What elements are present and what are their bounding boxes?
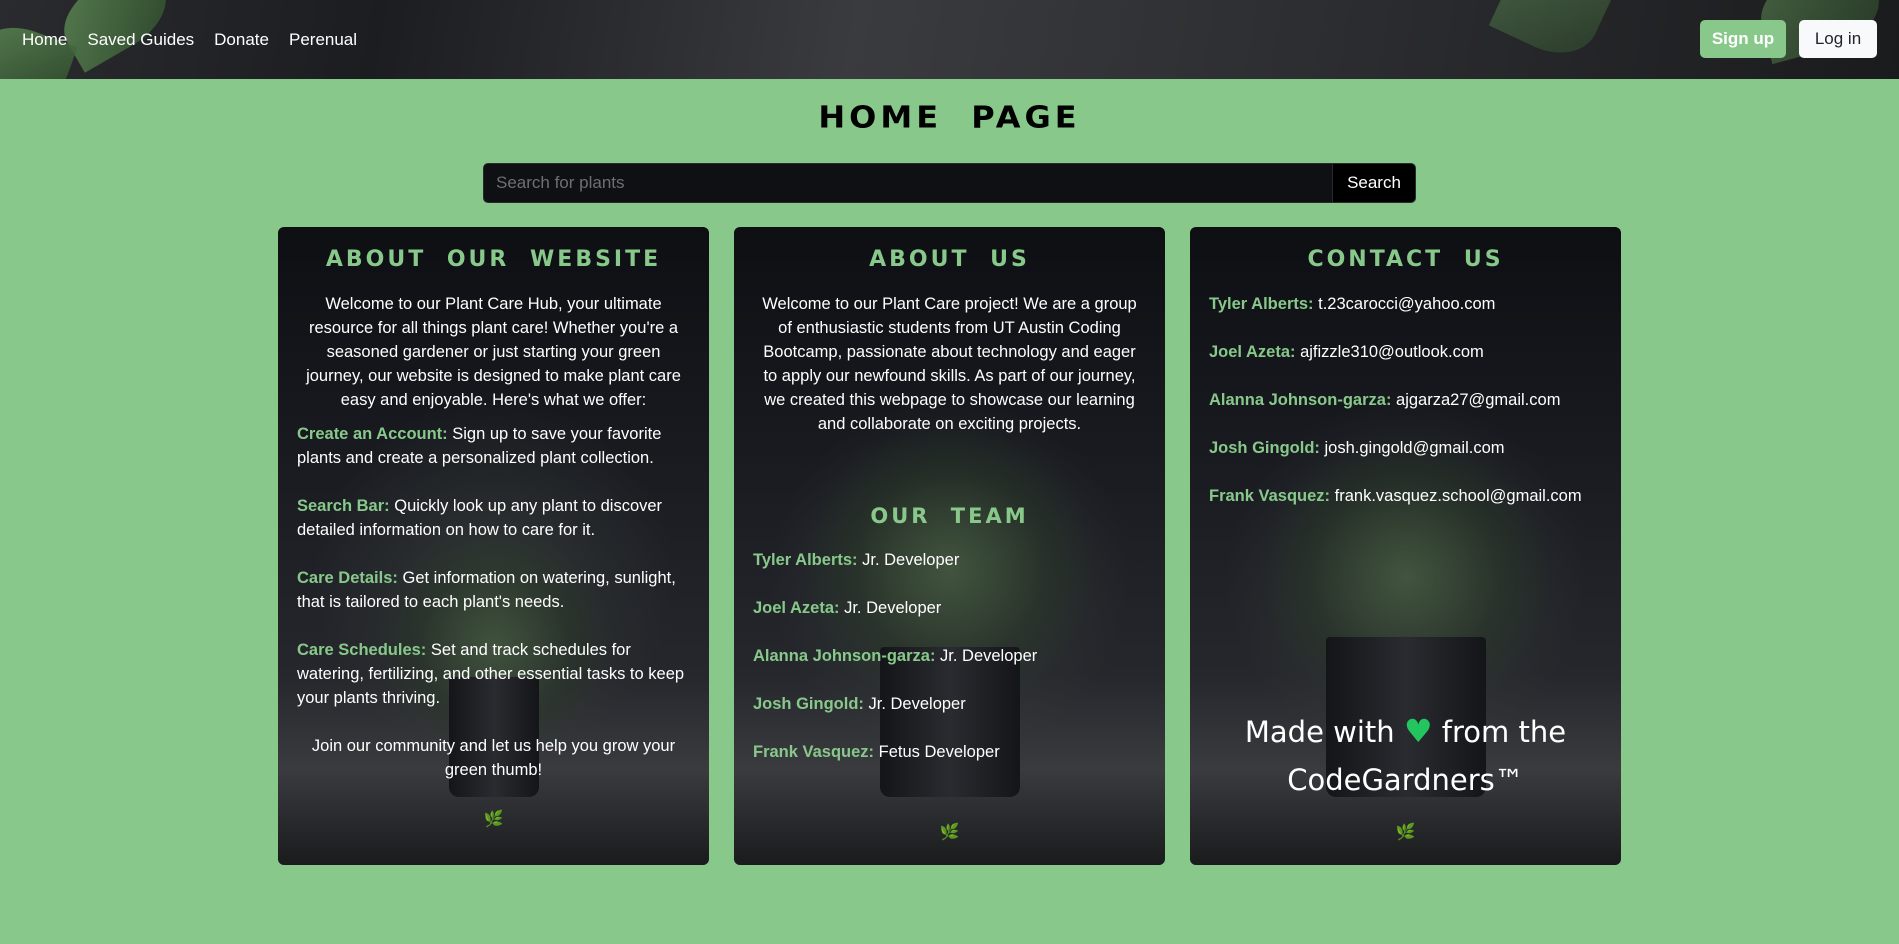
- made-with-text: Made with: [1244, 715, 1395, 749]
- page-title: HOME PAGE: [818, 98, 1081, 136]
- team-member-role: Jr. Developer: [862, 551, 960, 569]
- contact-item: Joel Azeta: ajfizzle310@outlook.com: [1209, 340, 1602, 364]
- search-button[interactable]: Search: [1332, 163, 1416, 203]
- contact-name: Joel Azeta:: [1209, 343, 1296, 361]
- contact-email[interactable]: josh.gingold@gmail.com: [1325, 439, 1505, 457]
- team-member-name: Joel Azeta:: [753, 599, 840, 617]
- signup-button[interactable]: Sign up: [1700, 20, 1786, 58]
- auth-buttons: Sign up Log in: [1700, 20, 1877, 58]
- contact-email[interactable]: t.23carocci@yahoo.com: [1318, 295, 1495, 313]
- made-with-from: from the: [1441, 715, 1567, 749]
- brand-name: CodeGardners™: [1287, 763, 1524, 797]
- team-member: Tyler Alberts: Jr. Developer: [753, 548, 1146, 572]
- feature-label: Care Schedules:: [297, 641, 427, 659]
- contact-item: Alanna Johnson-garza: ajgarza27@gmail.co…: [1209, 388, 1602, 412]
- about-website-intro: Welcome to our Plant Care Hub, your ulti…: [306, 295, 681, 409]
- contact-item: Josh Gingold: josh.gingold@gmail.com: [1209, 436, 1602, 460]
- feature-label: Care Details:: [297, 569, 398, 587]
- contact-item: Frank Vasquez: frank.vasquez.school@gmai…: [1209, 484, 1602, 508]
- feature-label: Create an Account:: [297, 425, 448, 443]
- leaf-icon: 🌿: [939, 822, 960, 841]
- feature-item: Care Schedules: Set and track schedules …: [297, 638, 690, 710]
- contact-us-card: CONTACT US Tyler Alberts: t.23carocci@ya…: [1190, 227, 1621, 865]
- team-member-role: Fetus Developer: [878, 743, 1000, 761]
- contact-name: Tyler Alberts:: [1209, 295, 1314, 313]
- contact-us-title: CONTACT US: [1307, 247, 1504, 272]
- login-button[interactable]: Log in: [1799, 20, 1877, 58]
- about-website-closing: Join our community and let us help you g…: [311, 737, 676, 779]
- feature-item: Care Details: Get information on waterin…: [297, 566, 690, 614]
- our-team-title: OUR TEAM: [870, 504, 1029, 528]
- leaf-icon: 🌿: [483, 809, 504, 828]
- team-member-name: Tyler Alberts:: [753, 551, 858, 569]
- feature-item: Search Bar: Quickly look up any plant to…: [297, 494, 690, 542]
- leaf-icon: 🌿: [1395, 822, 1416, 841]
- contact-name: Josh Gingold:: [1209, 439, 1320, 457]
- team-member: Joel Azeta: Jr. Developer: [753, 596, 1146, 620]
- team-member-name: Frank Vasquez:: [753, 743, 875, 761]
- about-website-title: ABOUT OUR WEBSITE: [325, 247, 662, 272]
- team-member: Josh Gingold: Jr. Developer: [753, 692, 1146, 716]
- team-member-role: Jr. Developer: [844, 599, 942, 617]
- about-us-intro: Welcome to our Plant Care project! We ar…: [762, 295, 1137, 433]
- heart-icon: ♥: [1403, 712, 1433, 750]
- contact-name: Alanna Johnson-garza:: [1209, 391, 1392, 409]
- search-bar: Search: [483, 163, 1416, 203]
- nav-link-perenual[interactable]: Perenual: [289, 30, 357, 50]
- team-member-name: Josh Gingold:: [753, 695, 864, 713]
- contact-item: Tyler Alberts: t.23carocci@yahoo.com: [1209, 292, 1602, 316]
- about-website-card: ABOUT OUR WEBSITE Welcome to our Plant C…: [278, 227, 709, 865]
- banner-leaf-decoration: [1488, 0, 1612, 68]
- about-us-title: ABOUT US: [869, 247, 1030, 272]
- team-member: Alanna Johnson-garza: Jr. Developer: [753, 644, 1146, 668]
- nav-link-donate[interactable]: Donate: [214, 30, 269, 50]
- search-input[interactable]: [483, 163, 1332, 203]
- nav-link-saved-guides[interactable]: Saved Guides: [87, 30, 194, 50]
- feature-item: Create an Account: Sign up to save your …: [297, 422, 690, 470]
- contact-email[interactable]: ajfizzle310@outlook.com: [1300, 343, 1484, 361]
- contact-email[interactable]: frank.vasquez.school@gmail.com: [1335, 487, 1582, 505]
- contact-name: Frank Vasquez:: [1209, 487, 1331, 505]
- team-member-name: Alanna Johnson-garza:: [753, 647, 936, 665]
- navbar: Home Saved Guides Donate Perenual Sign u…: [0, 0, 1899, 79]
- contact-email[interactable]: ajgarza27@gmail.com: [1396, 391, 1560, 409]
- about-us-card: ABOUT US Welcome to our Plant Care proje…: [734, 227, 1165, 865]
- nav-link-home[interactable]: Home: [22, 30, 67, 50]
- made-with-love: Made with ♥ from the CodeGardners™: [1190, 707, 1621, 804]
- team-member-role: Jr. Developer: [868, 695, 966, 713]
- team-member-role: Jr. Developer: [940, 647, 1038, 665]
- feature-label: Search Bar:: [297, 497, 390, 515]
- nav-links: Home Saved Guides Donate Perenual: [22, 0, 357, 79]
- team-member: Frank Vasquez: Fetus Developer: [753, 740, 1146, 764]
